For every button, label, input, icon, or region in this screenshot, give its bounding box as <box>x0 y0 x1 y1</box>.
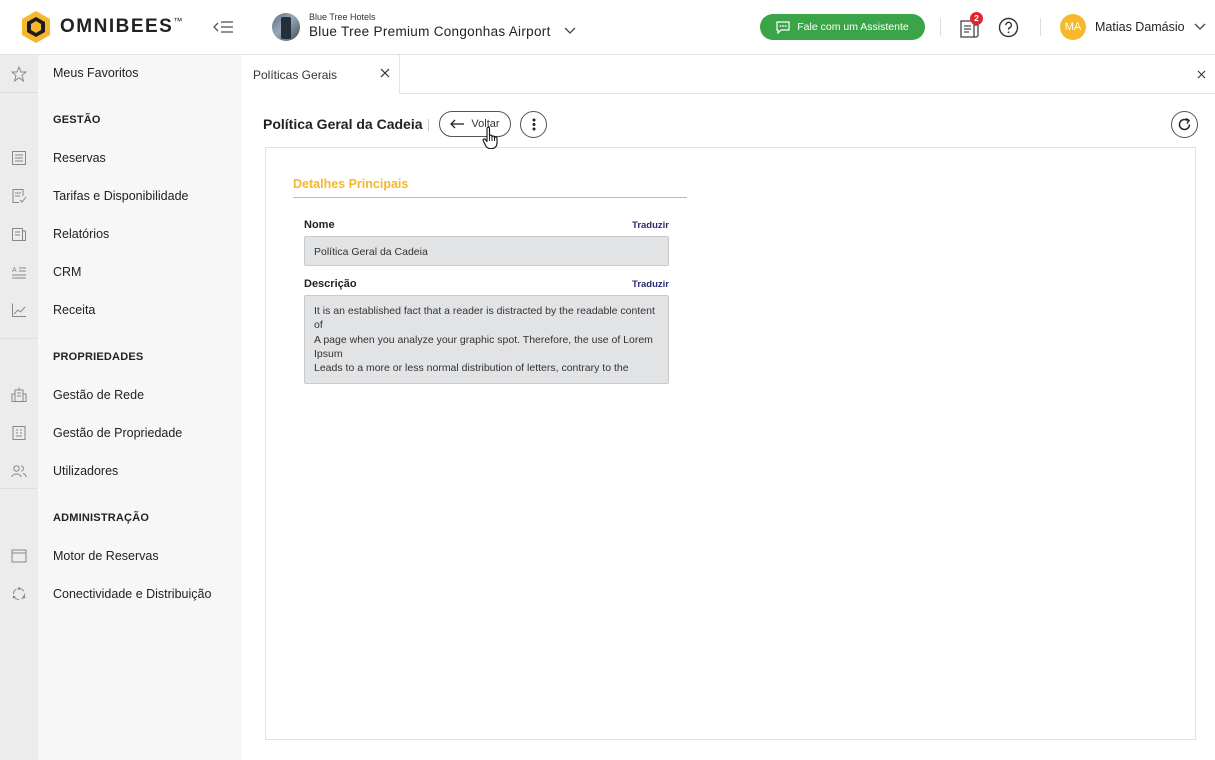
sidebar-item-utilizadores[interactable]: Utilizadores <box>53 464 118 478</box>
notification-badge: 2 <box>970 12 983 25</box>
tab-label: Políticas Gerais <box>253 68 338 82</box>
divider <box>1040 18 1041 36</box>
booking-engine-icon[interactable] <box>11 548 27 564</box>
sidebar-item-relatorios[interactable]: Relatórios <box>53 227 109 241</box>
divider <box>0 338 38 339</box>
divider <box>940 18 941 36</box>
sidebar-item-crm[interactable]: CRM <box>53 265 81 279</box>
close-icon[interactable] <box>380 68 390 78</box>
assistant-label: Fale com um Assistente <box>797 21 909 33</box>
translate-name-link[interactable]: Traduzir <box>609 220 669 231</box>
sidebar-item-gestao-propriedade[interactable]: Gestão de Propriedade <box>53 426 182 440</box>
tab-bar: Políticas Gerais <box>242 55 1215 94</box>
tab-politicas-gerais[interactable]: Políticas Gerais <box>242 55 400 94</box>
svg-text:A: A <box>12 267 17 274</box>
section-heading-gestao: GESTÃO <box>53 114 101 126</box>
divider <box>428 119 429 131</box>
name-label: Nome <box>304 219 335 231</box>
description-label: Descrição <box>304 278 357 290</box>
sidebar-nav: Meus Favoritos GESTÃO Reservas Tarifas e… <box>38 55 242 760</box>
sidebar-item-tarifas[interactable]: Tarifas e Disponibilidade <box>53 189 189 203</box>
crm-icon[interactable]: A <box>11 264 27 280</box>
section-heading-administracao: ADMINISTRAÇÃO <box>53 512 150 524</box>
omnibees-logo[interactable]: OMNIBEES™ <box>20 10 184 44</box>
more-options-button[interactable] <box>520 111 547 138</box>
avatar: MA <box>1060 14 1086 40</box>
sidebar-item-gestao-rede[interactable]: Gestão de Rede <box>53 388 144 402</box>
divider <box>0 488 38 489</box>
brand-name: OMNIBEES™ <box>60 16 184 37</box>
connectivity-icon[interactable] <box>11 586 27 602</box>
close-all-tabs-icon[interactable] <box>1197 70 1206 79</box>
translate-description-link[interactable]: Traduzir <box>609 279 669 290</box>
name-field[interactable]: Política Geral da Cadeia <box>304 236 669 266</box>
hand-pointer-icon <box>482 126 498 150</box>
sidebar-item-receita[interactable]: Receita <box>53 303 95 317</box>
rates-icon[interactable] <box>11 188 27 204</box>
section-heading-propriedades: PROPRIEDADES <box>53 351 144 363</box>
section-title: Detalhes Principais <box>293 177 409 191</box>
user-name: Matias Damásio <box>1095 20 1185 34</box>
star-icon[interactable] <box>11 66 27 82</box>
chat-icon <box>776 20 790 34</box>
chevron-down-icon <box>1194 23 1206 30</box>
top-bar: OMNIBEES™ Blue Tree Hotels Blue Tree Pre… <box>0 0 1215 55</box>
divider <box>0 92 38 93</box>
refresh-icon <box>1178 117 1191 131</box>
assistant-button[interactable]: Fale com um Assistente <box>760 14 925 40</box>
sidebar-item-favorites[interactable]: Meus Favoritos <box>53 66 138 80</box>
chevron-down-icon <box>564 27 576 34</box>
description-field[interactable]: It is an established fact that a reader … <box>304 295 669 384</box>
hotel-group: Blue Tree Hotels <box>309 12 376 22</box>
reservations-icon[interactable] <box>11 150 27 166</box>
hotel-selector[interactable]: Blue Tree Hotels Blue Tree Premium Congo… <box>272 12 576 41</box>
help-icon[interactable] <box>998 17 1019 38</box>
sidebar-item-reservas[interactable]: Reservas <box>53 151 106 165</box>
revenue-chart-icon[interactable] <box>11 302 27 318</box>
hotel-avatar <box>272 12 300 41</box>
sidebar-item-conectividade[interactable]: Conectividade e Distribuição <box>53 587 211 601</box>
collapse-menu-icon[interactable] <box>212 17 234 37</box>
hotel-name: Blue Tree Premium Congonhas Airport <box>309 24 551 39</box>
back-button[interactable]: Voltar <box>439 111 511 137</box>
sidebar-item-motor-reservas[interactable]: Motor de Reservas <box>53 549 159 563</box>
users-icon[interactable] <box>11 463 27 479</box>
page-title: Política Geral da Cadeia <box>263 116 423 132</box>
icon-rail: A <box>0 55 38 760</box>
vertical-dots-icon <box>532 118 535 131</box>
refresh-button[interactable] <box>1171 111 1198 138</box>
arrow-left-icon <box>450 119 465 129</box>
reports-icon[interactable] <box>11 226 27 242</box>
user-menu[interactable]: MA Matias Damásio <box>1060 14 1206 40</box>
section-underline <box>293 197 687 198</box>
network-building-icon[interactable] <box>11 387 27 403</box>
property-building-icon[interactable] <box>11 425 27 441</box>
hexagon-logo-icon <box>22 11 50 43</box>
